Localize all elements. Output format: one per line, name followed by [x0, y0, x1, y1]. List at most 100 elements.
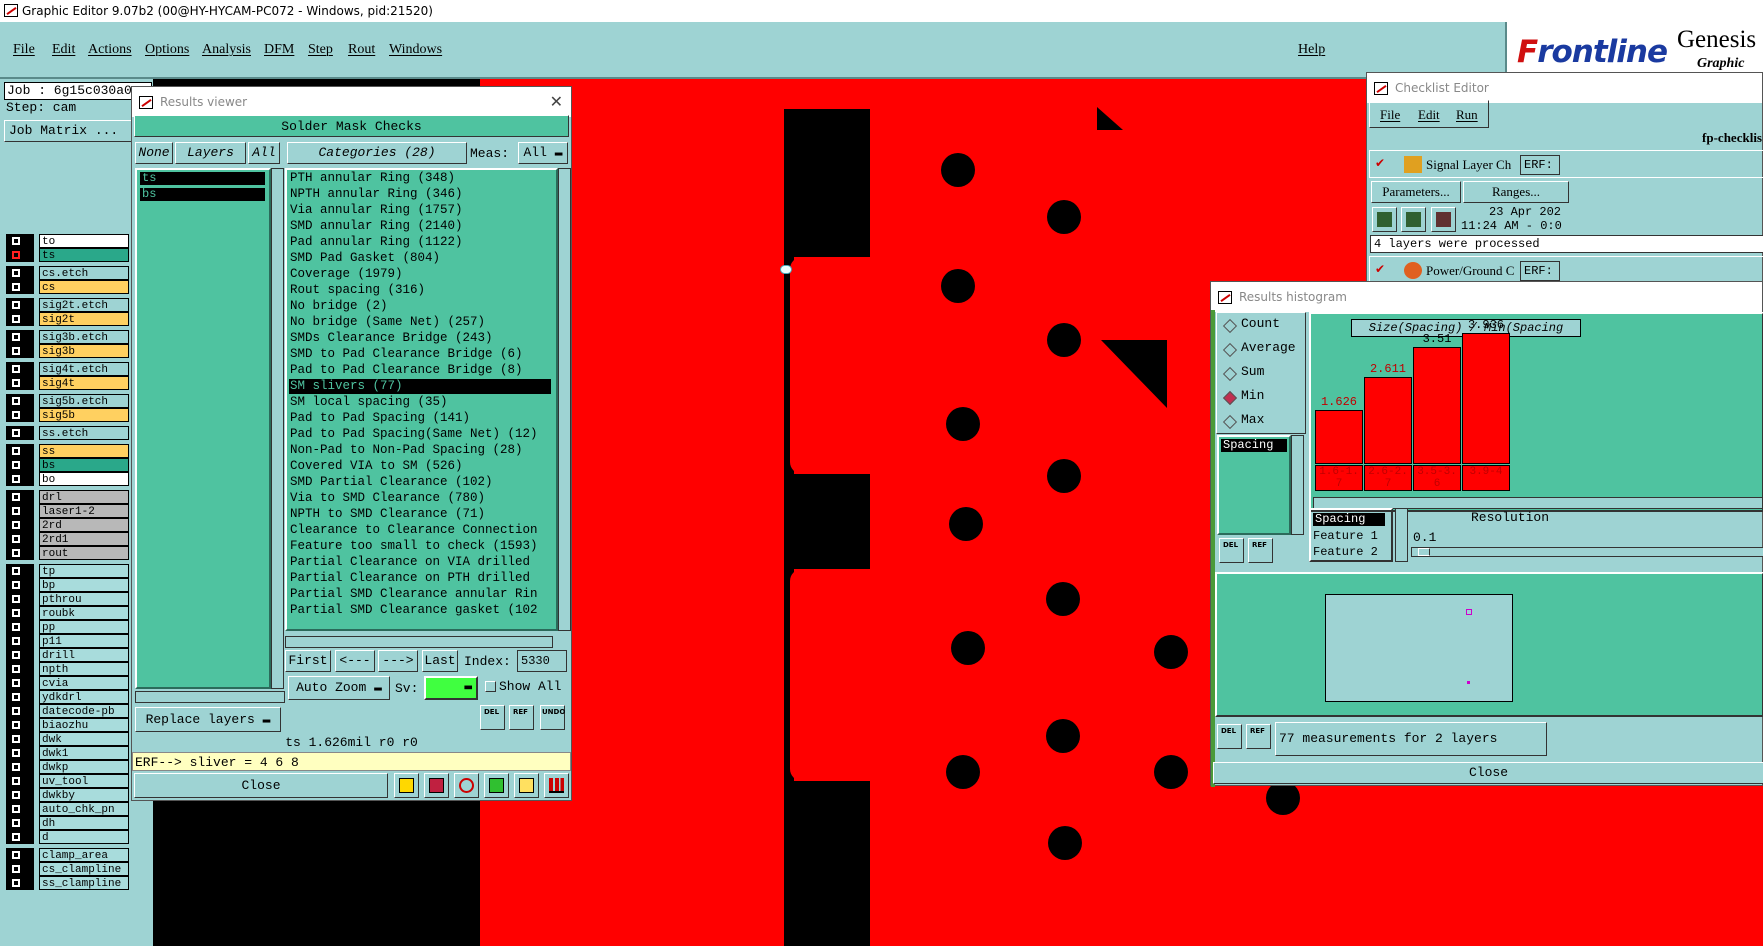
category-item[interactable]: NPTH annular Ring (346): [289, 187, 551, 202]
category-item[interactable]: Partial SMD Clearance annular Rin: [289, 587, 551, 602]
layer-list-scrollbar[interactable]: [271, 168, 284, 689]
checklist-icon[interactable]: [484, 773, 509, 798]
category-item[interactable]: Covered VIA to SM (526): [289, 459, 551, 474]
layer-name[interactable]: clamp_area: [39, 848, 129, 862]
res-item-feature1[interactable]: Feature 1: [1313, 529, 1378, 543]
layer-name[interactable]: ts: [39, 248, 129, 262]
layer-name[interactable]: ss_clampline: [39, 876, 129, 890]
prev-button[interactable]: <---: [335, 650, 375, 672]
layer-name[interactable]: sig2t.etch: [39, 298, 129, 312]
layer-row[interactable]: cs.etch: [6, 266, 129, 280]
layer-checkbox[interactable]: [6, 676, 34, 690]
category-item[interactable]: Via to SMD Clearance (780): [289, 491, 551, 506]
layer-row[interactable]: p11: [6, 634, 129, 648]
layer-name[interactable]: auto_chk_pn: [39, 802, 129, 816]
layer-name[interactable]: cvia: [39, 676, 129, 690]
layer-row[interactable]: datecode-pb: [6, 704, 129, 718]
menu-windows[interactable]: Windows: [389, 42, 442, 58]
resolution-scrollbar[interactable]: [1395, 508, 1408, 562]
aggregate-option-label[interactable]: Max: [1241, 412, 1264, 427]
layer-checkbox[interactable]: [6, 546, 34, 560]
layer-row[interactable]: ss_clampline: [6, 876, 129, 890]
layer-row[interactable]: sig3b: [6, 344, 129, 358]
layer-checkbox[interactable]: [6, 816, 34, 830]
layer-checkbox[interactable]: [6, 312, 34, 326]
layer-row[interactable]: dwk1: [6, 746, 129, 760]
close-button[interactable]: Close: [134, 773, 388, 798]
checklist-item-1[interactable]: ✔ Signal Layer Ch ERF:: [1369, 150, 1763, 178]
layer-row[interactable]: bs: [6, 458, 129, 472]
layer-row[interactable]: ydkdrl: [6, 690, 129, 704]
layer-row[interactable]: cvia: [6, 676, 129, 690]
show-all-checkbox[interactable]: [485, 681, 496, 692]
first-button[interactable]: First: [285, 650, 331, 672]
category-item[interactable]: SMD to Pad Clearance Bridge (6): [289, 347, 551, 362]
layer-row[interactable]: ss.etch: [6, 426, 129, 440]
category-item[interactable]: SMD annular Ring (2140): [289, 219, 551, 234]
category-item[interactable]: Clearance to Clearance Connection: [289, 523, 551, 538]
layer-checkbox[interactable]: [6, 648, 34, 662]
layer-row[interactable]: bp: [6, 578, 129, 592]
layer-name[interactable]: sig5b.etch: [39, 394, 129, 408]
layers-button[interactable]: Layers: [175, 142, 246, 164]
layer-name[interactable]: sig4t: [39, 376, 129, 390]
job-matrix-button[interactable]: Job Matrix ...: [4, 120, 134, 142]
layer-row[interactable]: roubk: [6, 606, 129, 620]
layer-checkbox[interactable]: [6, 690, 34, 704]
measure-list[interactable]: Spacing: [1217, 435, 1291, 535]
del-icon[interactable]: DEL: [1219, 538, 1244, 563]
layer-name[interactable]: datecode-pb: [39, 704, 129, 718]
checklist-item-2[interactable]: ✔ Power/Ground C ERF:: [1369, 256, 1763, 284]
layer-row[interactable]: d: [6, 830, 129, 844]
layer-name[interactable]: npth: [39, 662, 129, 676]
layer-checkbox[interactable]: [6, 426, 34, 440]
layer-row[interactable]: sig5b.etch: [6, 394, 129, 408]
layer-row[interactable]: npth: [6, 662, 129, 676]
del-icon[interactable]: DEL: [480, 705, 505, 730]
layer-row[interactable]: sig2t: [6, 312, 129, 326]
meas-dropdown[interactable]: All ▬: [518, 142, 568, 164]
layer-checkbox[interactable]: [6, 578, 34, 592]
layer-checkbox[interactable]: [6, 606, 34, 620]
ref-icon[interactable]: REF: [1248, 538, 1273, 563]
layer-checkbox[interactable]: [6, 280, 34, 294]
radio-icon[interactable]: [1222, 342, 1238, 358]
histogram-bar[interactable]: [1364, 377, 1412, 464]
layer-name[interactable]: tp: [39, 564, 129, 578]
ref-icon[interactable]: REF: [509, 705, 534, 730]
checklist-menu-run[interactable]: Run: [1456, 107, 1478, 123]
layer-checkbox[interactable]: [6, 760, 34, 774]
last-button[interactable]: Last: [422, 650, 458, 672]
category-hscrollbar[interactable]: [285, 636, 553, 648]
layer-row[interactable]: cs_clampline: [6, 862, 129, 876]
res-item-feature2[interactable]: Feature 2: [1313, 545, 1378, 559]
layer-checkbox[interactable]: [6, 518, 34, 532]
layer-checkbox[interactable]: [6, 458, 34, 472]
layer-name[interactable]: roubk: [39, 606, 129, 620]
menu-file[interactable]: File: [13, 42, 35, 58]
next-button[interactable]: --->: [378, 650, 418, 672]
index-input[interactable]: 5330: [517, 650, 567, 672]
histogram-icon[interactable]: [544, 773, 569, 798]
layer-checkbox[interactable]: [6, 408, 34, 422]
layer-row[interactable]: to: [6, 234, 129, 248]
replace-layers-dropdown[interactable]: Replace layers ▬: [135, 707, 281, 732]
menu-dfm[interactable]: DFM: [264, 42, 294, 58]
slider-thumb[interactable]: [1418, 548, 1430, 556]
layer-checkbox[interactable]: [6, 298, 34, 312]
category-item[interactable]: Partial SMD Clearance gasket (102: [289, 603, 551, 618]
layer-row[interactable]: tp: [6, 564, 129, 578]
layer-row[interactable]: rout: [6, 546, 129, 560]
undo-icon[interactable]: UNDO: [540, 705, 565, 730]
layer-name[interactable]: bo: [39, 472, 129, 486]
layer-row[interactable]: sig4t: [6, 376, 129, 390]
resolution-list[interactable]: Spacing Feature 1 Feature 2: [1309, 508, 1393, 562]
layer-checkbox[interactable]: [6, 746, 34, 760]
menu-help[interactable]: Help: [1298, 42, 1325, 58]
menu-edit[interactable]: Edit: [52, 42, 75, 58]
layer-name[interactable]: dh: [39, 816, 129, 830]
menu-step[interactable]: Step: [308, 42, 333, 58]
category-item[interactable]: Non-Pad to Non-Pad Spacing (28): [289, 443, 551, 458]
layer-name[interactable]: cs: [39, 280, 129, 294]
notes-icon[interactable]: [514, 773, 539, 798]
